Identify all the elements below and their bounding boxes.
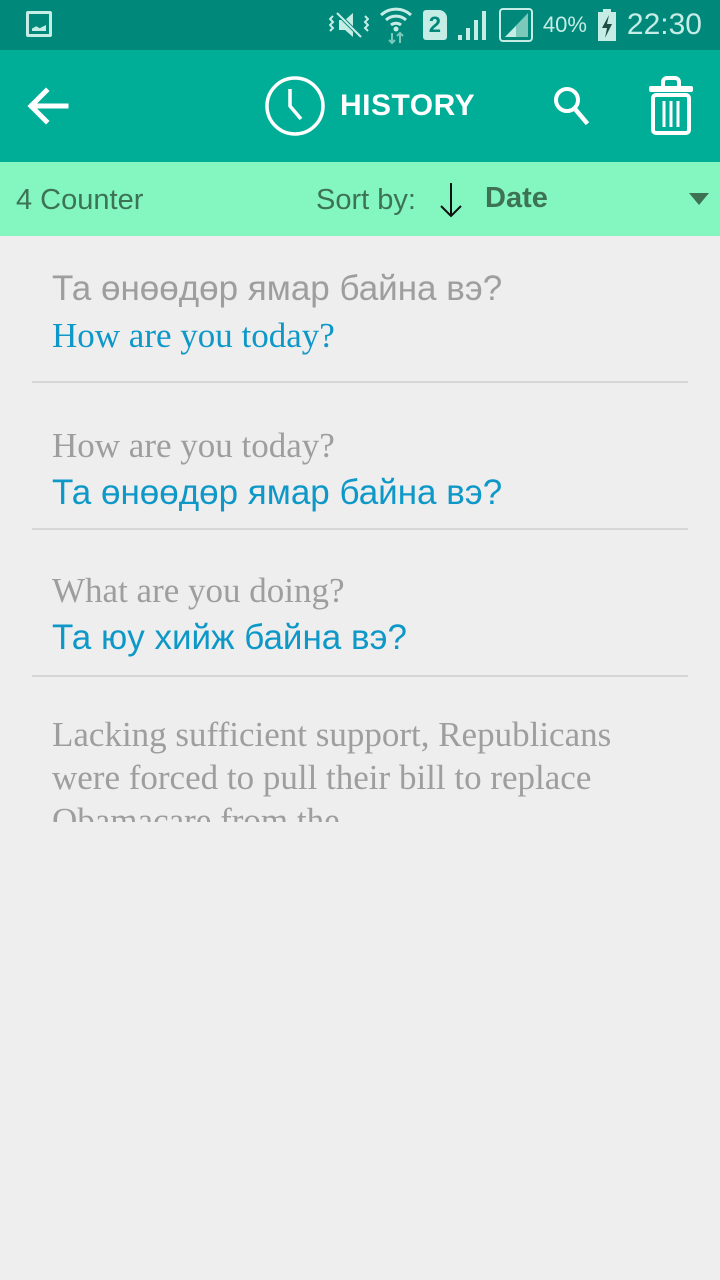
sort-bar: 4 Counter Sort by: Date (0, 162, 720, 236)
history-list[interactable]: Та өнөөдөр ямар байна вэ? How are you to… (0, 236, 720, 822)
status-time: 22:30 (626, 8, 702, 41)
list-item[interactable]: Lacking sufficient support, Republicans … (32, 677, 688, 822)
source-text: What are you doing? (52, 571, 345, 610)
vibrate-mute-icon (328, 11, 369, 39)
search-icon[interactable] (548, 82, 596, 130)
app-bar: HISTORY (0, 50, 720, 162)
page-title: HISTORY (264, 74, 475, 138)
translation-text: Та өнөөдөр ямар байна вэ? (52, 473, 503, 512)
arrow-left-icon[interactable] (24, 83, 74, 129)
list-item[interactable]: What are you doing? Та юу хийж байна вэ? (32, 530, 688, 677)
battery-percent: 40% (542, 12, 587, 37)
signal-sim2-icon (498, 8, 533, 42)
sort-select[interactable]: Date (485, 182, 548, 215)
arrow-down-icon[interactable] (436, 180, 466, 220)
status-bar: 2 40% 22:30 (0, 0, 720, 50)
gallery-notification-icon (26, 11, 52, 37)
source-text: Lacking sufficient support, Republicans … (52, 715, 612, 822)
clock-icon (265, 76, 325, 136)
translation-text: How are you today? (52, 316, 335, 355)
title-text: HISTORY (340, 89, 476, 122)
sim-2-icon: 2 (422, 10, 447, 40)
battery-charging-icon (597, 9, 616, 41)
history-counter: 4 Counter (16, 184, 144, 216)
sort-label: Sort by: (316, 184, 416, 216)
source-text: How are you today? (52, 426, 335, 465)
signal-icon (457, 11, 486, 40)
wifi-data-icon (379, 7, 412, 45)
list-item[interactable]: How are you today? Та өнөөдөр ямар байна… (32, 383, 688, 530)
translation-text: Та юу хийж байна вэ? (52, 618, 407, 657)
dropdown-arrow-icon[interactable] (689, 193, 709, 205)
trash-icon[interactable] (646, 76, 696, 136)
source-text: Та өнөөдөр ямар байна вэ? (52, 269, 503, 308)
list-item[interactable]: Та өнөөдөр ямар байна вэ? How are you to… (32, 236, 688, 383)
